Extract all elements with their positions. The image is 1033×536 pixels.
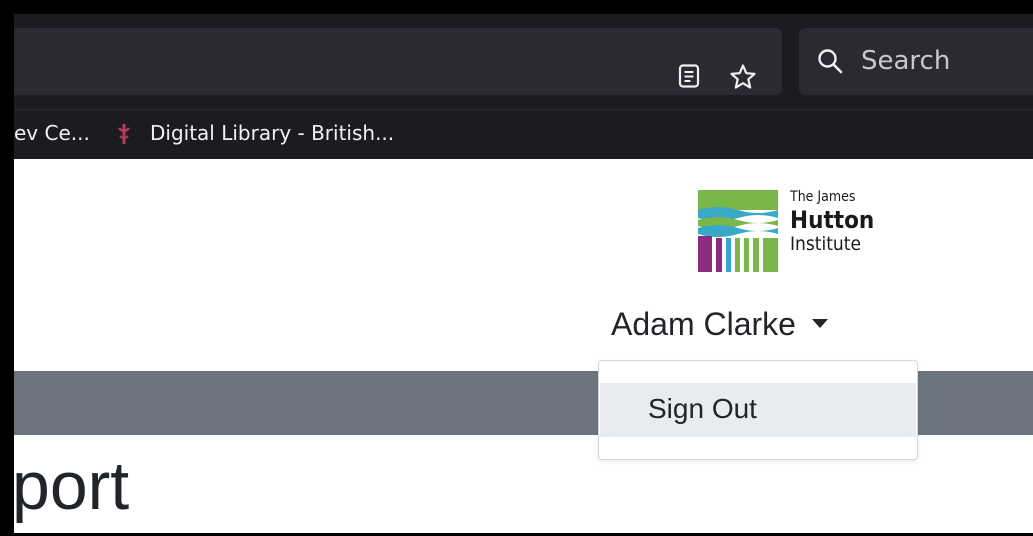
bookmarks-bar: ev Ce... Digital Library - British...: [14, 109, 1033, 159]
bookmark-favicon: [118, 124, 130, 144]
reader-view-icon[interactable]: [678, 64, 700, 88]
page-heading: port: [14, 448, 130, 524]
sign-out-menu-item[interactable]: Sign Out: [600, 383, 916, 437]
search-icon: [818, 49, 843, 74]
bookmark-star-icon[interactable]: [729, 63, 757, 91]
bookmark-item[interactable]: Digital Library - British...: [150, 120, 394, 146]
user-name: Adam Clarke: [611, 305, 796, 342]
search-bar[interactable]: Search: [799, 28, 1033, 95]
browser-toolbar: Search: [14, 14, 1033, 109]
logo-line-hutton: Hutton: [790, 206, 875, 234]
address-bar[interactable]: [14, 28, 782, 95]
logo-line-the-james: The James: [790, 189, 856, 205]
logo-text: The James Hutton Institute: [790, 190, 874, 254]
bookmark-item[interactable]: ev Ce...: [14, 120, 90, 146]
sign-out-label: Sign Out: [648, 393, 757, 424]
user-dropdown-menu: Sign Out: [598, 360, 918, 460]
caret-down-icon: [811, 319, 828, 328]
user-menu-toggle[interactable]: Adam Clarke: [611, 304, 828, 344]
search-placeholder: Search: [861, 46, 951, 76]
logo-line-institute: Institute: [790, 233, 861, 255]
screenshot-frame: Search ev Ce... Digital Library - Britis…: [14, 14, 1033, 533]
